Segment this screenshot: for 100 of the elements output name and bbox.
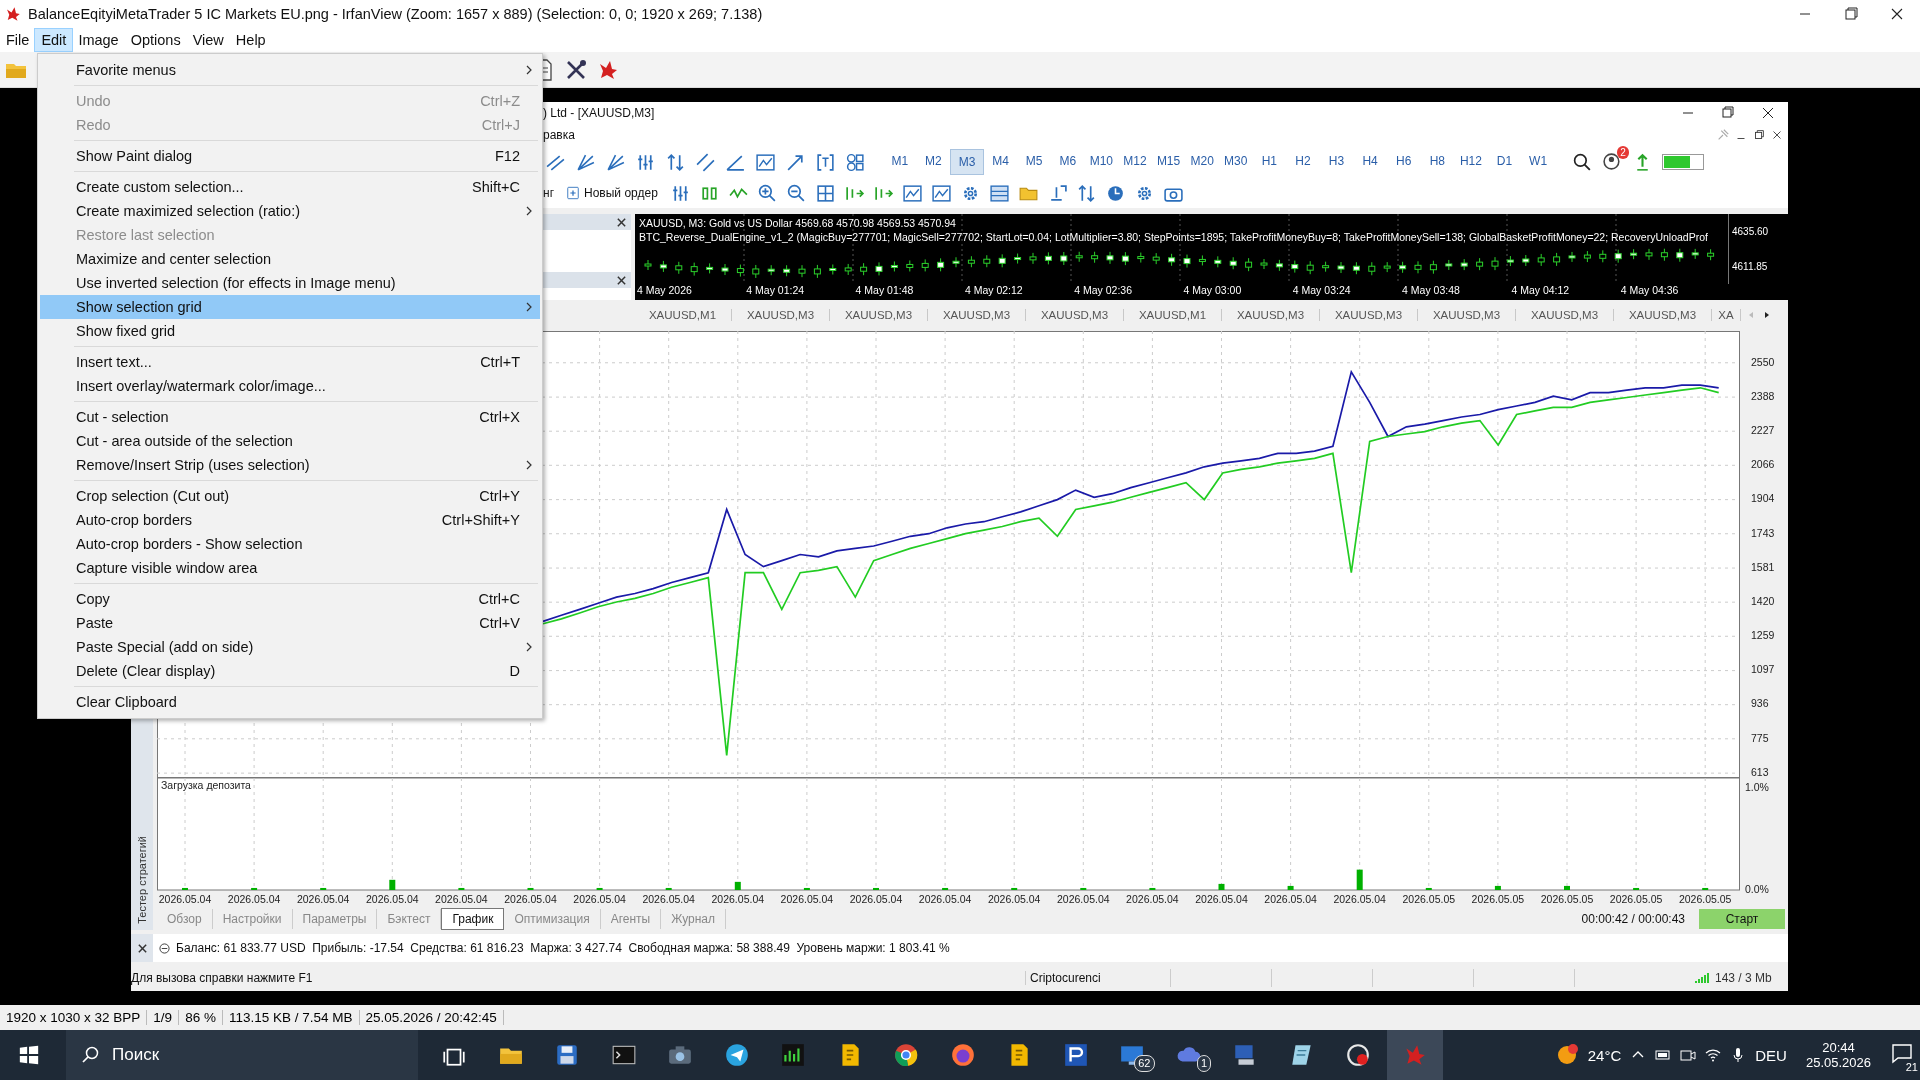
time-label: 4 May 01:24 <box>745 284 806 298</box>
collapse-icon[interactable] <box>159 942 170 954</box>
menu-item[interactable]: Create maximized selection (ratio:) <box>40 199 540 223</box>
chart-tab[interactable]: XAUUSD,M3 <box>1026 308 1124 321</box>
chart-tab[interactable]: XAUUSD,M3 <box>830 308 928 321</box>
axis-label: 2026.05.04 <box>1126 893 1179 905</box>
menu-item[interactable]: Cut - area outside of the selection <box>40 429 540 453</box>
timeframe-button[interactable]: H8 <box>1420 149 1455 175</box>
search-field[interactable]: Поиск <box>66 1030 418 1080</box>
taskbar-app[interactable]: 1 <box>1160 1030 1217 1080</box>
windows-icon[interactable] <box>18 1044 40 1066</box>
chart-icon[interactable] <box>901 182 923 204</box>
chart-tab[interactable]: XAUUSD,M1 <box>1124 308 1222 321</box>
menu-item[interactable]: Copy Ctrl+C <box>40 587 540 611</box>
video-icon[interactable] <box>1680 1047 1697 1063</box>
shapes-icon[interactable] <box>845 151 866 173</box>
timeframe-button[interactable]: M6 <box>1050 149 1085 175</box>
wifi-icon[interactable] <box>1705 1047 1722 1063</box>
timeframe-button[interactable]: M4 <box>983 149 1018 175</box>
chart-bar <box>1633 887 1640 890</box>
message-icon[interactable] <box>1890 1041 1914 1065</box>
menu-item[interactable]: Image <box>72 29 125 51</box>
menu-item[interactable]: Capture visible window area <box>40 556 540 580</box>
restore-icon[interactable] <box>1752 128 1766 142</box>
timeframe-button[interactable]: H1 <box>1252 149 1287 175</box>
menu-item[interactable]: Cut - selection Ctrl+X <box>40 405 540 429</box>
menu-item[interactable]: Auto-crop borders - Show selection <box>40 532 540 556</box>
menu-item[interactable]: Edit <box>35 29 73 51</box>
timeframe-button[interactable]: H2 <box>1286 149 1320 175</box>
timeframe-button[interactable]: H6 <box>1386 149 1421 175</box>
axis-label: 2026.05.04 <box>573 893 626 905</box>
menu-item[interactable]: Create custom selection... Shift+C <box>40 175 540 199</box>
menu-item[interactable]: Show Paint dialog F12 <box>40 144 540 168</box>
menu-item[interactable]: View <box>186 29 230 51</box>
chart-tab[interactable]: XAUUSD,M3 <box>1320 308 1418 321</box>
close-icon[interactable] <box>616 274 627 286</box>
parallel-icon[interactable] <box>695 151 716 173</box>
menu-item[interactable]: Delete (Clear display) D <box>40 659 540 683</box>
chart-header: XAUUSD, M3: Gold vs US Dollar 4569.68 4570.98 4569.53 4570.94 <box>639 217 957 229</box>
menu-item[interactable]: Show selection grid <box>40 295 540 319</box>
menu-item[interactable]: Use inverted selection (for effects in Image menu) <box>40 271 540 295</box>
tester-tab[interactable]: График <box>441 908 505 930</box>
chart-tab[interactable]: XAUUSD,M1 <box>634 308 732 321</box>
timeframe-button[interactable]: H3 <box>1319 149 1354 175</box>
menu-item[interactable]: File <box>0 29 36 51</box>
timeframe-button[interactable]: W1 <box>1521 149 1555 175</box>
zoomin-icon[interactable] <box>756 182 778 204</box>
grid-icon[interactable] <box>814 182 836 204</box>
battery-icon[interactable] <box>1655 1047 1672 1063</box>
panel-icon[interactable] <box>988 182 1010 204</box>
menu-item[interactable]: Remove/Insert Strip (uses selection) <box>40 453 540 477</box>
menu-item[interactable]: Maximize and center selection <box>40 247 540 271</box>
menu-item[interactable]: Crop selection (Cut out) Ctrl+Y <box>40 484 540 508</box>
zoomout-icon[interactable] <box>785 182 807 204</box>
chart-tab[interactable]: XAUUSD,M3 <box>732 308 830 321</box>
timeframe-button[interactable]: M10 <box>1084 149 1119 175</box>
chart-tab[interactable]: XA <box>1712 308 1741 321</box>
timeframe-button[interactable]: H4 <box>1353 149 1387 175</box>
menu-item[interactable]: Paste Ctrl+V <box>40 611 540 635</box>
menu-item[interactable]: Clear Clipboard <box>40 690 540 714</box>
close-icon[interactable] <box>616 216 627 228</box>
timeframe-button[interactable]: M30 <box>1218 149 1253 175</box>
timeframe-button[interactable]: M3 <box>950 149 984 175</box>
timeframe-button[interactable]: M1 <box>883 149 917 175</box>
timeframe-button[interactable]: M12 <box>1118 149 1152 175</box>
menu-item[interactable]: Favorite menus <box>40 58 540 82</box>
search-icon[interactable] <box>1571 151 1593 173</box>
menu-item[interactable]: Show fixed grid <box>40 319 540 343</box>
chart-tab[interactable]: XAUUSD,M3 <box>1516 308 1614 321</box>
menu-item[interactable]: Insert text... Ctrl+T <box>40 350 540 374</box>
axis-label: 2026.05.04 <box>849 893 903 905</box>
clock[interactable]: 20:44 25.05.2026 <box>1805 1040 1871 1070</box>
menu-item[interactable]: Paste Special (add on side) <box>40 635 540 659</box>
menu-item[interactable]: Help <box>229 29 272 51</box>
timeframe-button[interactable]: M2 <box>916 149 951 175</box>
chart-tab[interactable]: XAUUSD,M3 <box>1614 308 1712 321</box>
chart-icon[interactable] <box>930 182 952 204</box>
timeframe-button[interactable]: D1 <box>1487 149 1522 175</box>
chart-bar <box>665 887 672 890</box>
updown-icon[interactable] <box>665 151 686 173</box>
chart-tab[interactable]: XAUUSD,M3 <box>1418 308 1516 321</box>
chart-icon[interactable] <box>755 151 776 173</box>
menu-item[interactable]: Auto-crop borders Ctrl+Shift+Y <box>40 508 540 532</box>
frame-icon[interactable] <box>815 151 836 173</box>
menu-item[interactable]: Insert overlay/watermark color/image... <box>40 374 540 398</box>
chart-tab[interactable]: XAUUSD,M3 <box>1222 308 1320 321</box>
weather-text[interactable]: 24°C <box>1587 1046 1622 1064</box>
timeframe-button[interactable]: H12 <box>1454 149 1488 175</box>
language-indicator[interactable]: DEU <box>1755 1046 1787 1064</box>
start-button[interactable]: Старт <box>1699 909 1785 929</box>
count-badge: 1 <box>1196 1055 1211 1072</box>
menu-item[interactable]: Options <box>124 29 187 51</box>
chart-bar <box>251 887 258 890</box>
taskbar-app[interactable]: 62 <box>1104 1030 1161 1080</box>
chart-tab[interactable]: XAUUSD,M3 <box>928 308 1026 321</box>
close-icon[interactable] <box>136 942 148 954</box>
timeframe-button[interactable]: M5 <box>1017 149 1051 175</box>
timeframe-button[interactable]: M20 <box>1185 149 1219 175</box>
timeframe-button[interactable]: M15 <box>1151 149 1186 175</box>
chart-bar <box>1564 885 1570 890</box>
